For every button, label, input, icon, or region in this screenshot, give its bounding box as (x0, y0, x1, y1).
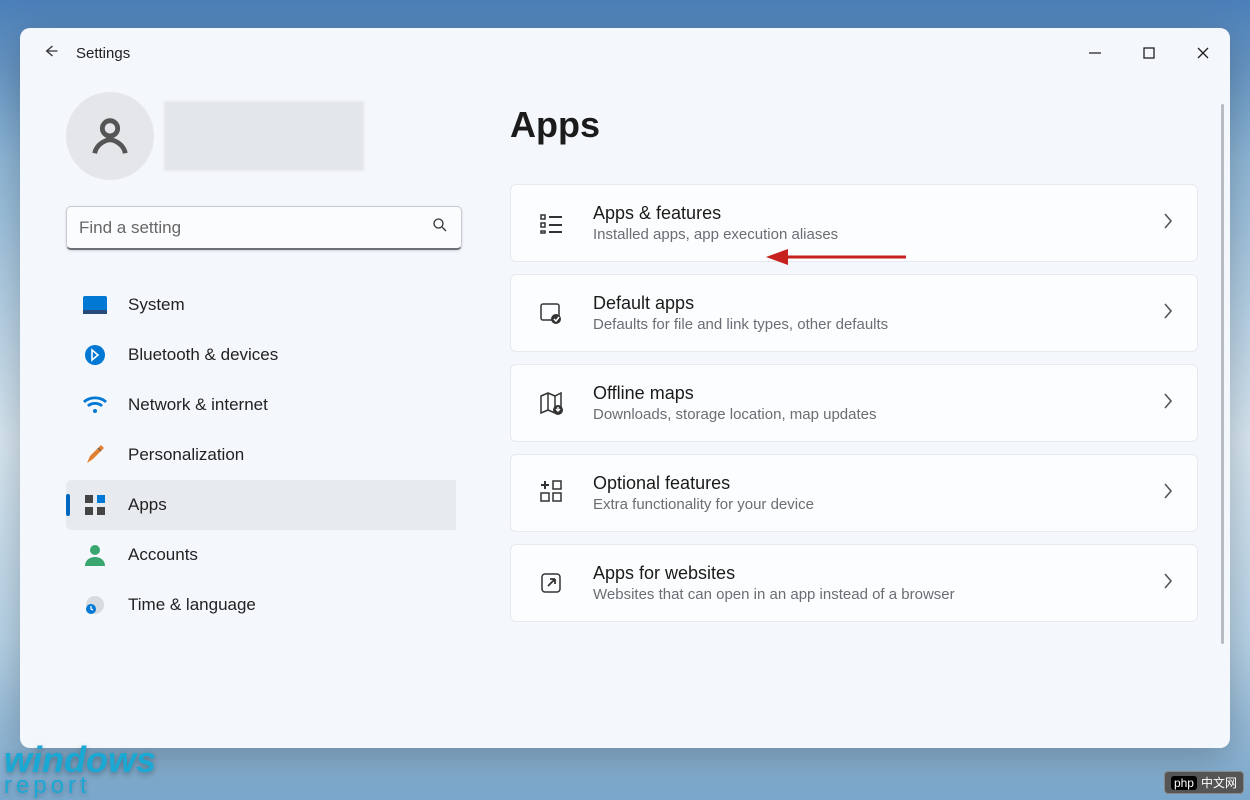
maximize-button[interactable] (1122, 28, 1176, 78)
map-icon (535, 387, 567, 419)
person-icon (82, 542, 108, 568)
window-title: Settings (76, 45, 130, 62)
search-box[interactable] (66, 206, 462, 250)
card-subtitle: Extra functionality for your device (593, 496, 1161, 513)
page-heading: Apps (510, 104, 1198, 146)
apps-icon (82, 492, 108, 518)
grid-plus-icon (535, 477, 567, 509)
sidebar-item-personalization[interactable]: Personalization (66, 430, 456, 480)
sidebar-item-label: Bluetooth & devices (128, 345, 278, 365)
settings-cards: Apps & features Installed apps, app exec… (510, 184, 1198, 622)
search-input[interactable] (79, 218, 431, 238)
badge-prefix: php (1171, 776, 1197, 790)
sidebar-item-label: Time & language (128, 595, 256, 615)
php-badge: php 中文网 (1164, 771, 1244, 794)
sidebar-item-apps[interactable]: Apps (66, 480, 456, 530)
sidebar-item-time[interactable]: Time & language (66, 580, 456, 630)
default-apps-icon (535, 297, 567, 329)
search-icon (431, 216, 449, 239)
card-title: Optional features (593, 473, 1161, 494)
minimize-button[interactable] (1068, 28, 1122, 78)
card-title: Default apps (593, 293, 1161, 314)
card-apps-websites[interactable]: Apps for websites Websites that can open… (510, 544, 1198, 622)
nav: System Bluetooth & devices Network & int… (66, 280, 456, 748)
window-controls (1068, 28, 1230, 78)
back-button[interactable] (30, 41, 70, 66)
sidebar-item-label: Network & internet (128, 395, 268, 415)
user-section[interactable] (66, 92, 456, 180)
bluetooth-icon (82, 342, 108, 368)
chevron-right-icon (1161, 571, 1175, 596)
sidebar-item-system[interactable]: System (66, 280, 456, 330)
main-scrollbar[interactable] (1221, 104, 1224, 644)
chevron-right-icon (1161, 301, 1175, 326)
paintbrush-icon (82, 442, 108, 468)
watermark-logo: windows report (4, 745, 156, 796)
sidebar-item-accounts[interactable]: Accounts (66, 530, 456, 580)
sidebar-item-label: System (128, 295, 185, 315)
card-title: Offline maps (593, 383, 1161, 404)
titlebar: Settings (20, 28, 1230, 78)
card-title: Apps & features (593, 203, 1161, 224)
wifi-icon (82, 392, 108, 418)
sidebar: System Bluetooth & devices Network & int… (20, 78, 480, 748)
card-apps-features[interactable]: Apps & features Installed apps, app exec… (510, 184, 1198, 262)
sidebar-item-label: Personalization (128, 445, 244, 465)
main-content: Apps Apps & features Installed apps, app… (480, 78, 1230, 748)
window-body: System Bluetooth & devices Network & int… (20, 78, 1230, 748)
card-subtitle: Websites that can open in an app instead… (593, 586, 1161, 603)
sidebar-item-bluetooth[interactable]: Bluetooth & devices (66, 330, 456, 380)
sidebar-item-network[interactable]: Network & internet (66, 380, 456, 430)
card-subtitle: Defaults for file and link types, other … (593, 316, 1161, 333)
card-title: Apps for websites (593, 563, 1161, 584)
card-default-apps[interactable]: Default apps Defaults for file and link … (510, 274, 1198, 352)
close-button[interactable] (1176, 28, 1230, 78)
share-box-icon (535, 567, 567, 599)
avatar (66, 92, 154, 180)
list-icon (535, 207, 567, 239)
chevron-right-icon (1161, 211, 1175, 236)
badge-text: 中文网 (1201, 774, 1237, 791)
display-icon (82, 292, 108, 318)
sidebar-item-label: Apps (128, 495, 167, 515)
card-subtitle: Installed apps, app execution aliases (593, 226, 1161, 243)
user-name-redacted (164, 101, 364, 171)
card-subtitle: Downloads, storage location, map updates (593, 406, 1161, 423)
card-optional-features[interactable]: Optional features Extra functionality fo… (510, 454, 1198, 532)
clock-globe-icon (82, 592, 108, 618)
chevron-right-icon (1161, 391, 1175, 416)
chevron-right-icon (1161, 481, 1175, 506)
settings-window: Settings (20, 28, 1230, 748)
card-offline-maps[interactable]: Offline maps Downloads, storage location… (510, 364, 1198, 442)
sidebar-item-label: Accounts (128, 545, 198, 565)
